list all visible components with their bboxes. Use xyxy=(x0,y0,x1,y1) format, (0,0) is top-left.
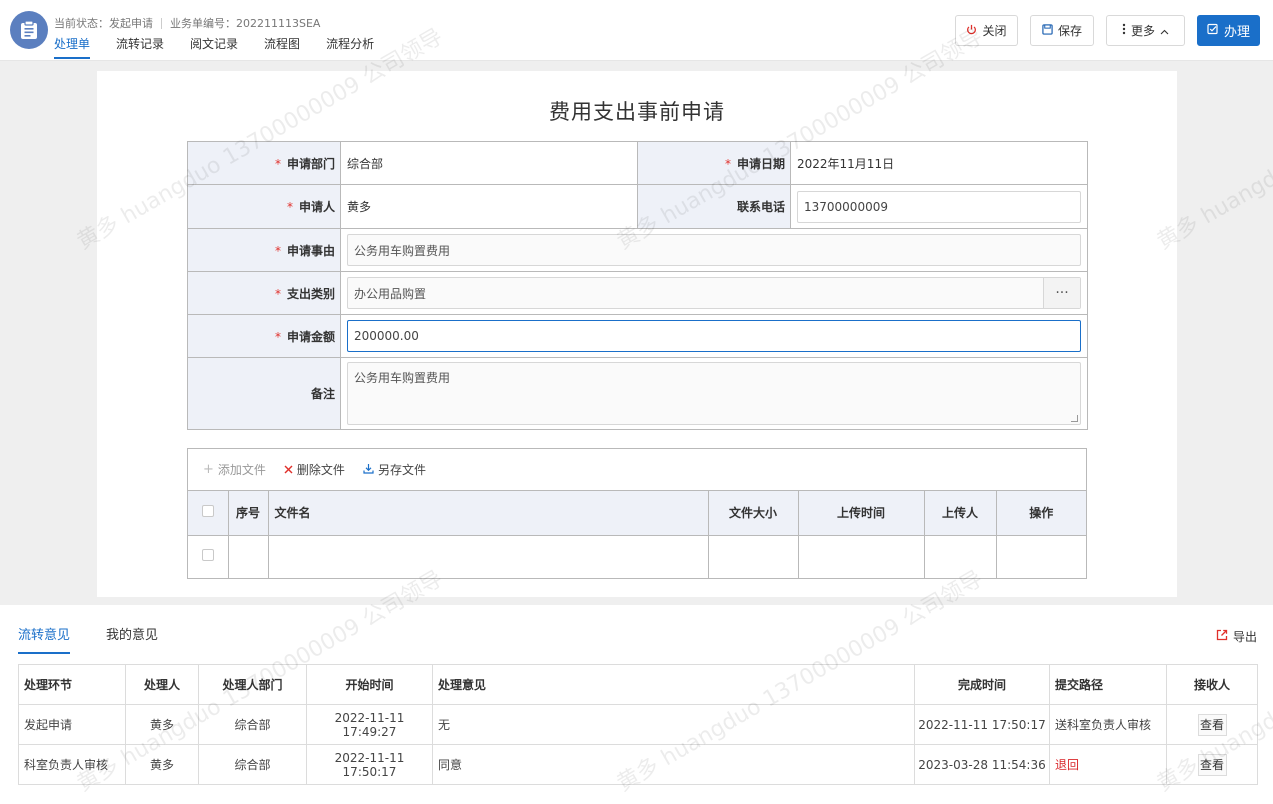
dept-label: * 申请部门 xyxy=(187,141,341,185)
header-tabs: 处理单 流转记录 阅文记录 流程图 流程分析 xyxy=(54,35,400,59)
row-path: 送科室负责人审核 xyxy=(1049,704,1167,745)
chevron-up-icon xyxy=(1160,24,1169,38)
attachment-table: 序号 文件名 文件大小 上传时间 上传人 操作 xyxy=(188,491,1086,578)
tab-my-opinions[interactable]: 我的意见 xyxy=(106,624,158,654)
table-row xyxy=(188,535,1086,578)
top-header: 当前状态：发起申请 业务单编号：202211113SEA 处理单 流转记录 阅文… xyxy=(0,0,1273,61)
download-icon xyxy=(363,463,374,477)
col-index: 序号 xyxy=(228,491,269,536)
row-checkbox[interactable] xyxy=(188,535,229,578)
category-label: * 支出类别 xyxy=(187,271,341,315)
plus-icon: + xyxy=(203,462,214,477)
export-icon xyxy=(1216,629,1228,644)
reason-input[interactable]: 公务用车购置费用 xyxy=(347,234,1081,266)
opinion-table: 处理环节 处理人 处理人部门 开始时间 处理意见 完成时间 提交路径 接收人 发… xyxy=(18,664,1258,785)
row-finish: 2023-03-28 11:54:36 xyxy=(914,744,1050,785)
resize-grip-icon[interactable] xyxy=(1071,415,1078,422)
tab-flow-chart[interactable]: 流程图 xyxy=(264,35,300,59)
view-button[interactable]: 查看 xyxy=(1197,753,1227,776)
form-title: 费用支出事前申请 xyxy=(549,100,725,124)
more-button[interactable]: 更多 xyxy=(1106,15,1185,46)
save-button[interactable]: 保存 xyxy=(1030,15,1094,46)
col-finish-time: 完成时间 xyxy=(914,664,1050,705)
save-as-file-button[interactable]: 另存文件 xyxy=(363,461,426,478)
application-form: * 申请部门 综合部 * 申请日期 2022年11月11日 * 申请人 黄多 联系电话… xyxy=(187,141,1088,430)
col-step: 处理环节 xyxy=(18,664,126,705)
applicant-value: 黄多 xyxy=(340,184,638,229)
export-button[interactable]: 导出 xyxy=(1216,628,1257,645)
table-row: 发起申请 黄多 综合部 2022-11-11 17:49:27 无 2022-1… xyxy=(18,704,1258,745)
status-text: 当前状态：发起申请 xyxy=(54,17,153,30)
row-finish: 2022-11-11 17:50:17 xyxy=(914,704,1050,745)
add-file-button[interactable]: + 添加文件 xyxy=(203,461,266,478)
row-receiver: 查看 xyxy=(1166,704,1258,745)
tab-flow-analysis[interactable]: 流程分析 xyxy=(326,35,374,59)
date-label: * 申请日期 xyxy=(637,141,791,185)
delete-file-button[interactable]: 删除文件 xyxy=(284,461,345,478)
row-opinion: 无 xyxy=(432,704,915,745)
row-handler: 黄多 xyxy=(125,704,199,745)
row-handler: 黄多 xyxy=(125,744,199,785)
col-filesize: 文件大小 xyxy=(708,491,799,536)
row-step: 发起申请 xyxy=(18,704,126,745)
tab-flow-opinions[interactable]: 流转意见 xyxy=(18,624,71,654)
row-dept: 综合部 xyxy=(198,704,307,745)
row-receiver: 查看 xyxy=(1166,744,1258,785)
power-icon xyxy=(966,24,977,38)
floppy-icon xyxy=(1042,23,1053,38)
row-dept: 综合部 xyxy=(198,744,307,785)
amount-label: * 申请金额 xyxy=(187,314,341,358)
col-handler: 处理人 xyxy=(125,664,199,705)
col-receiver: 接收人 xyxy=(1166,664,1258,705)
col-upload-time: 上传时间 xyxy=(798,491,925,536)
col-opinion: 处理意见 xyxy=(432,664,915,705)
row-step: 科室负责人审核 xyxy=(18,744,126,785)
status-bar: 当前状态：发起申请 业务单编号：202211113SEA xyxy=(54,15,320,31)
col-start-time: 开始时间 xyxy=(306,664,433,705)
date-value: 2022年11月11日 xyxy=(790,141,1088,185)
dept-value: 综合部 xyxy=(340,141,638,185)
form-paper: 费用支出事前申请 * 申请部门 综合部 * 申请日期 2022年11月11日 * 申请… xyxy=(97,71,1177,597)
ellipsis-icon[interactable]: ··· xyxy=(1043,278,1080,308)
remark-label: 备注 xyxy=(187,357,341,430)
handle-button[interactable]: 办理 xyxy=(1197,15,1260,46)
phone-input[interactable]: 13700000009 xyxy=(797,190,1081,223)
select-all-checkbox[interactable] xyxy=(188,491,229,536)
phone-label: 联系电话 xyxy=(637,184,791,229)
row-path-returned: 退回 xyxy=(1049,744,1167,785)
col-filename: 文件名 xyxy=(268,491,709,536)
amount-input[interactable]: 200000.00 xyxy=(347,320,1081,352)
vertical-dots-icon xyxy=(1122,23,1126,38)
reason-label: * 申请事由 xyxy=(187,228,341,272)
col-actions: 操作 xyxy=(996,491,1086,536)
cross-icon xyxy=(284,463,293,477)
table-row: 科室负责人审核 黄多 综合部 2022-11-11 17:50:17 同意 20… xyxy=(18,744,1258,785)
col-submit-path: 提交路径 xyxy=(1049,664,1167,705)
row-start: 2022-11-11 17:50:17 xyxy=(306,744,433,785)
category-select[interactable]: 办公用品购置 ··· xyxy=(347,277,1081,309)
close-button[interactable]: 关闭 xyxy=(955,15,1018,46)
tab-process-form[interactable]: 处理单 xyxy=(54,35,91,59)
remark-textarea[interactable]: 公务用车购置费用 xyxy=(347,362,1081,425)
bizno-text: 业务单编号：202211113SEA xyxy=(170,17,321,30)
applicant-label: * 申请人 xyxy=(187,184,341,229)
clipboard-icon xyxy=(10,11,48,49)
edit-check-icon xyxy=(1207,23,1219,39)
row-opinion: 同意 xyxy=(432,744,915,785)
row-start: 2022-11-11 17:49:27 xyxy=(306,704,433,745)
col-uploader: 上传人 xyxy=(924,491,997,536)
view-button[interactable]: 查看 xyxy=(1197,713,1227,736)
opinion-section: 流转意见 我的意见 导出 处理环节 处理人 处理人部门 开始时间 处理意见 完成… xyxy=(0,605,1273,804)
attachment-panel: + 添加文件 删除文件 另存文件 序号 文件名 文件大小 上传时间 上传人 操作 xyxy=(187,448,1087,579)
tab-flow-records[interactable]: 流转记录 xyxy=(116,35,164,59)
category-value: 办公用品购置 xyxy=(354,286,427,301)
col-handler-dept: 处理人部门 xyxy=(198,664,307,705)
opinion-tabs: 流转意见 我的意见 xyxy=(18,624,194,654)
attachment-toolbar: + 添加文件 删除文件 另存文件 xyxy=(188,449,1086,491)
tab-read-records[interactable]: 阅文记录 xyxy=(190,35,238,59)
